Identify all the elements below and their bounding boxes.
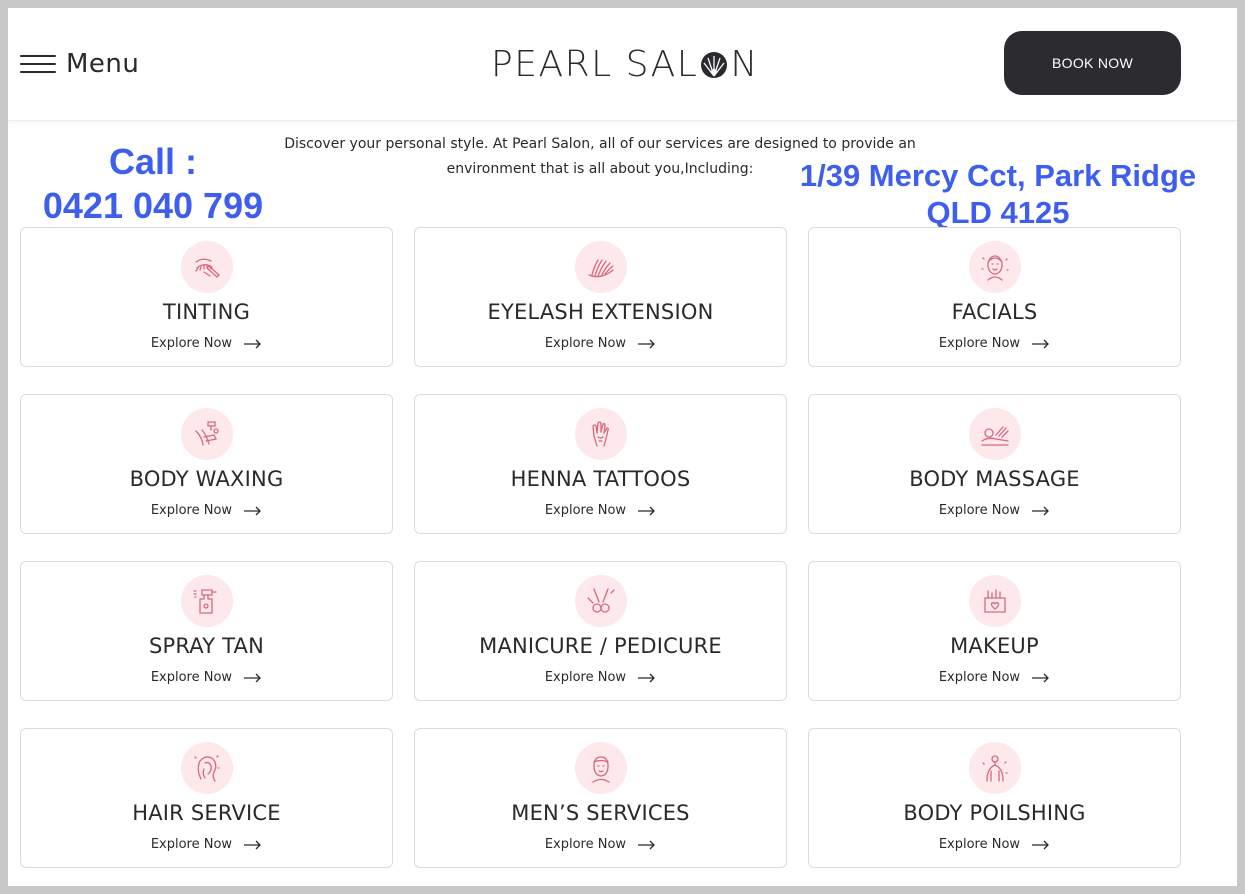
arrow-right-icon bbox=[244, 506, 262, 515]
menu-button[interactable]: Menu bbox=[20, 46, 139, 82]
hamburger-icon bbox=[20, 53, 56, 75]
brow-tint-icon bbox=[181, 241, 233, 293]
service-card-eyelash-extension[interactable]: EYELASH EXTENSION Explore Now bbox=[414, 227, 787, 367]
pearl-shell-icon bbox=[701, 52, 728, 78]
call-label: Call : bbox=[108, 141, 197, 182]
service-title: FACIALS bbox=[951, 300, 1038, 324]
arrow-right-icon bbox=[638, 339, 656, 348]
massage-icon bbox=[969, 408, 1021, 460]
nail-clipper-icon bbox=[575, 575, 627, 627]
explore-now-link[interactable]: Explore Now bbox=[21, 670, 392, 685]
face-icon bbox=[969, 241, 1021, 293]
explore-now-link[interactable]: Explore Now bbox=[21, 336, 392, 351]
service-title: EYELASH EXTENSION bbox=[487, 300, 714, 324]
makeup-box-icon bbox=[969, 575, 1021, 627]
service-card-body-massage[interactable]: BODY MASSAGE Explore Now bbox=[808, 394, 1181, 534]
arrow-right-icon bbox=[244, 840, 262, 849]
explore-label: Explore Now bbox=[544, 837, 627, 852]
service-card-hair-service[interactable]: HAIR SERVICE Explore Now bbox=[20, 728, 393, 868]
service-title: MAKEUP bbox=[950, 634, 1039, 658]
eyelash-icon bbox=[575, 241, 627, 293]
explore-now-link[interactable]: Explore Now bbox=[809, 837, 1180, 852]
service-card-body-polishing[interactable]: BODY POILSHING Explore Now bbox=[808, 728, 1181, 868]
service-title: MANICURE / PEDICURE bbox=[479, 634, 722, 658]
explore-label: Explore Now bbox=[150, 670, 233, 685]
site-header: Menu PEARL SAL N BOOK NOW bbox=[8, 8, 1237, 121]
explore-now-link[interactable]: Explore Now bbox=[809, 670, 1180, 685]
explore-now-link[interactable]: Explore Now bbox=[415, 503, 786, 518]
explore-label: Explore Now bbox=[544, 670, 627, 685]
service-title: HAIR SERVICE bbox=[132, 801, 281, 825]
book-now-button[interactable]: BOOK NOW bbox=[1004, 31, 1181, 95]
explore-now-link[interactable]: Explore Now bbox=[21, 837, 392, 852]
arrow-right-icon bbox=[1032, 339, 1050, 348]
service-title: SPRAY TAN bbox=[148, 634, 265, 658]
intro-line-1: Discover your personal style. At Pearl S… bbox=[284, 136, 916, 152]
explore-label: Explore Now bbox=[150, 336, 233, 351]
explore-label: Explore Now bbox=[938, 837, 1021, 852]
explore-label: Explore Now bbox=[938, 503, 1021, 518]
service-title: TINTING bbox=[162, 300, 251, 324]
address-line-2: QLD 4125 bbox=[926, 195, 1070, 230]
explore-label: Explore Now bbox=[150, 503, 233, 518]
service-card-spray-tan[interactable]: SPRAY TAN Explore Now bbox=[20, 561, 393, 701]
explore-label: Explore Now bbox=[150, 837, 233, 852]
body-polish-icon bbox=[969, 742, 1021, 794]
phone-number: 0421 040 799 bbox=[42, 185, 264, 226]
service-title: MEN’S SERVICES bbox=[511, 801, 690, 825]
arrow-right-icon bbox=[638, 840, 656, 849]
logo-text-left: PEARL SAL bbox=[491, 44, 699, 85]
service-title: BODY POILSHING bbox=[903, 801, 1086, 825]
arrow-right-icon bbox=[244, 673, 262, 682]
explore-label: Explore Now bbox=[544, 503, 627, 518]
arrow-right-icon bbox=[244, 339, 262, 348]
service-card-makeup[interactable]: MAKEUP Explore Now bbox=[808, 561, 1181, 701]
logo-text-right: N bbox=[730, 44, 759, 85]
arrow-right-icon bbox=[1032, 673, 1050, 682]
menu-label: Menu bbox=[66, 49, 140, 79]
spray-bottle-icon bbox=[181, 575, 233, 627]
service-title: BODY WAXING bbox=[129, 467, 284, 491]
man-face-icon bbox=[575, 742, 627, 794]
address-line-1: 1/39 Mercy Cct, Park Ridge bbox=[799, 158, 1197, 193]
arrow-right-icon bbox=[1032, 840, 1050, 849]
services-grid: TINTING Explore Now EYELASH EXTENSION Ex… bbox=[20, 227, 1181, 868]
explore-now-link[interactable]: Explore Now bbox=[415, 837, 786, 852]
site-logo[interactable]: PEARL SAL N bbox=[491, 42, 771, 88]
service-card-facials[interactable]: FACIALS Explore Now bbox=[808, 227, 1181, 367]
explore-label: Explore Now bbox=[544, 336, 627, 351]
arrow-right-icon bbox=[638, 506, 656, 515]
explore-now-link[interactable]: Explore Now bbox=[415, 336, 786, 351]
explore-label: Explore Now bbox=[938, 336, 1021, 351]
service-card-body-waxing[interactable]: BODY WAXING Explore Now bbox=[20, 394, 393, 534]
service-card-henna-tattoos[interactable]: HENNA TATTOOS Explore Now bbox=[414, 394, 787, 534]
service-card-tinting[interactable]: TINTING Explore Now bbox=[20, 227, 393, 367]
explore-now-link[interactable]: Explore Now bbox=[415, 670, 786, 685]
service-card-manicure-pedicure[interactable]: MANICURE / PEDICURE Explore Now bbox=[414, 561, 787, 701]
service-title: BODY MASSAGE bbox=[909, 467, 1080, 491]
service-card-mens-services[interactable]: MEN’S SERVICES Explore Now bbox=[414, 728, 787, 868]
explore-now-link[interactable]: Explore Now bbox=[21, 503, 392, 518]
henna-hand-icon bbox=[575, 408, 627, 460]
arrow-right-icon bbox=[638, 673, 656, 682]
page: Menu PEARL SAL N BOOK NOW Discover your … bbox=[8, 8, 1237, 886]
explore-now-link[interactable]: Explore Now bbox=[809, 503, 1180, 518]
service-title: HENNA TATTOOS bbox=[510, 467, 691, 491]
arrow-right-icon bbox=[1032, 506, 1050, 515]
address-overlay: 1/39 Mercy Cct, Park Ridge QLD 4125 bbox=[780, 157, 1216, 231]
waxing-icon bbox=[181, 408, 233, 460]
call-overlay: Call : 0421 040 799 bbox=[28, 140, 278, 228]
hair-icon bbox=[181, 742, 233, 794]
explore-now-link[interactable]: Explore Now bbox=[809, 336, 1180, 351]
explore-label: Explore Now bbox=[938, 670, 1021, 685]
